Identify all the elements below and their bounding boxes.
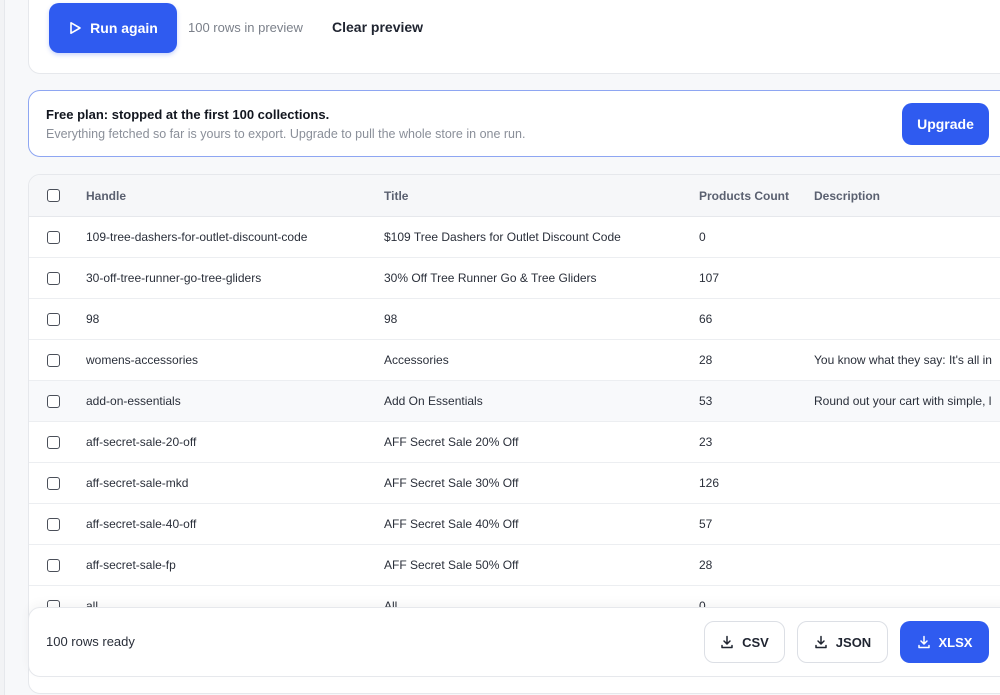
banner-title: Free plan: stopped at the first 100 coll… (46, 107, 330, 122)
table-row[interactable]: add-on-essentials Add On Essentials 53 Roun… (29, 381, 1000, 422)
cell-handle: add-on-essentials (86, 394, 181, 408)
cell-handle: womens-accessories (86, 353, 199, 367)
upgrade-button[interactable]: Upgrade (902, 103, 989, 145)
table-row[interactable]: 30-off-tree-runner-go-tree-gliders 30% Of… (29, 258, 1000, 299)
cell-title: AFF Secret Sale 40% Off (384, 517, 519, 531)
export-xlsx-button[interactable]: XLSX (900, 621, 989, 663)
export-json-label: JSON (835, 634, 872, 650)
table-row[interactable]: aff-secret-sale-40-off AFF Secret Sale 40… (29, 504, 1000, 545)
column-header-products-count[interactable]: Products Count (699, 189, 789, 203)
table-row[interactable]: 98 98 66 (29, 299, 1000, 340)
cell-handle: 109-tree-dashers-for-outlet-discount-cod… (86, 230, 308, 244)
cell-handle: aff-secret-sale-40-off (86, 517, 197, 531)
row-checkbox[interactable] (47, 559, 60, 572)
run-again-label: Run again (90, 20, 158, 36)
table-row[interactable]: aff-secret-sale-mkd AFF Secret Sale 30% O… (29, 463, 1000, 504)
cell-products-count: 107 (699, 271, 720, 285)
download-icon (721, 635, 733, 649)
clear-preview-button[interactable]: Clear preview (332, 19, 423, 35)
cell-handle: aff-secret-sale-mkd (86, 476, 189, 490)
row-checkbox[interactable] (47, 272, 60, 285)
run-again-button[interactable]: Run again (49, 3, 177, 53)
cell-title: 98 (384, 312, 398, 326)
left-rail (0, 0, 5, 695)
cell-products-count: 23 (699, 435, 713, 449)
column-header-title[interactable]: Title (384, 189, 408, 203)
column-header-description[interactable]: Description (814, 189, 880, 203)
download-icon (815, 635, 827, 649)
export-xlsx-label: XLSX (938, 634, 973, 650)
cell-products-count: 28 (699, 353, 713, 367)
table-row[interactable]: womens-accessories Accessories 28 You know … (29, 340, 1000, 381)
row-checkbox[interactable] (47, 436, 60, 449)
column-header-handle[interactable]: Handle (86, 189, 126, 203)
row-checkbox[interactable] (47, 313, 60, 326)
table-row[interactable]: aff-secret-sale-20-off AFF Secret Sale 20… (29, 422, 1000, 463)
export-csv-label: CSV (742, 634, 769, 650)
cell-title: AFF Secret Sale 20% Off (384, 435, 519, 449)
banner-subtitle: Everything fetched so far is yours to ex… (46, 127, 526, 141)
cell-products-count: 28 (699, 558, 713, 572)
cell-title: AFF Secret Sale 30% Off (384, 476, 519, 490)
rows-in-preview-text: 100 rows in preview (188, 20, 303, 35)
play-icon (70, 22, 81, 34)
cell-title: Accessories (384, 353, 449, 367)
row-checkbox[interactable] (47, 231, 60, 244)
cell-description: You know what they say: It's all in (814, 353, 992, 367)
cell-products-count: 0 (699, 230, 706, 244)
table-row[interactable]: aff-secret-sale-fp AFF Secret Sale 50% Of… (29, 545, 1000, 586)
cell-handle: 30-off-tree-runner-go-tree-gliders (86, 271, 262, 285)
row-checkbox[interactable] (47, 518, 60, 531)
cell-handle: 98 (86, 312, 100, 326)
row-checkbox[interactable] (47, 395, 60, 408)
cell-description: Round out your cart with simple, l (814, 394, 992, 408)
cell-handle: aff-secret-sale-20-off (86, 435, 197, 449)
cell-handle: aff-secret-sale-fp (86, 558, 176, 572)
cell-title: AFF Secret Sale 50% Off (384, 558, 519, 572)
select-all-checkbox[interactable] (47, 189, 60, 202)
download-icon (917, 635, 930, 649)
export-csv-button[interactable]: CSV (704, 621, 785, 663)
cell-products-count: 53 (699, 394, 713, 408)
free-plan-banner (28, 90, 1000, 157)
table-row[interactable]: 109-tree-dashers-for-outlet-discount-cod… (29, 217, 1000, 258)
cell-title: $109 Tree Dashers for Outlet Discount Co… (384, 230, 621, 244)
cell-products-count: 126 (699, 476, 720, 490)
cell-title: Add On Essentials (384, 394, 483, 408)
cell-products-count: 57 (699, 517, 713, 531)
row-checkbox[interactable] (47, 354, 60, 367)
row-checkbox[interactable] (47, 477, 60, 490)
rows-ready-text: 100 rows ready (46, 634, 135, 649)
table-header: Handle Title Products Count Description (29, 175, 1000, 217)
cell-products-count: 66 (699, 312, 713, 326)
export-json-button[interactable]: JSON (797, 621, 888, 663)
cell-title: 30% Off Tree Runner Go & Tree Gliders (384, 271, 597, 285)
